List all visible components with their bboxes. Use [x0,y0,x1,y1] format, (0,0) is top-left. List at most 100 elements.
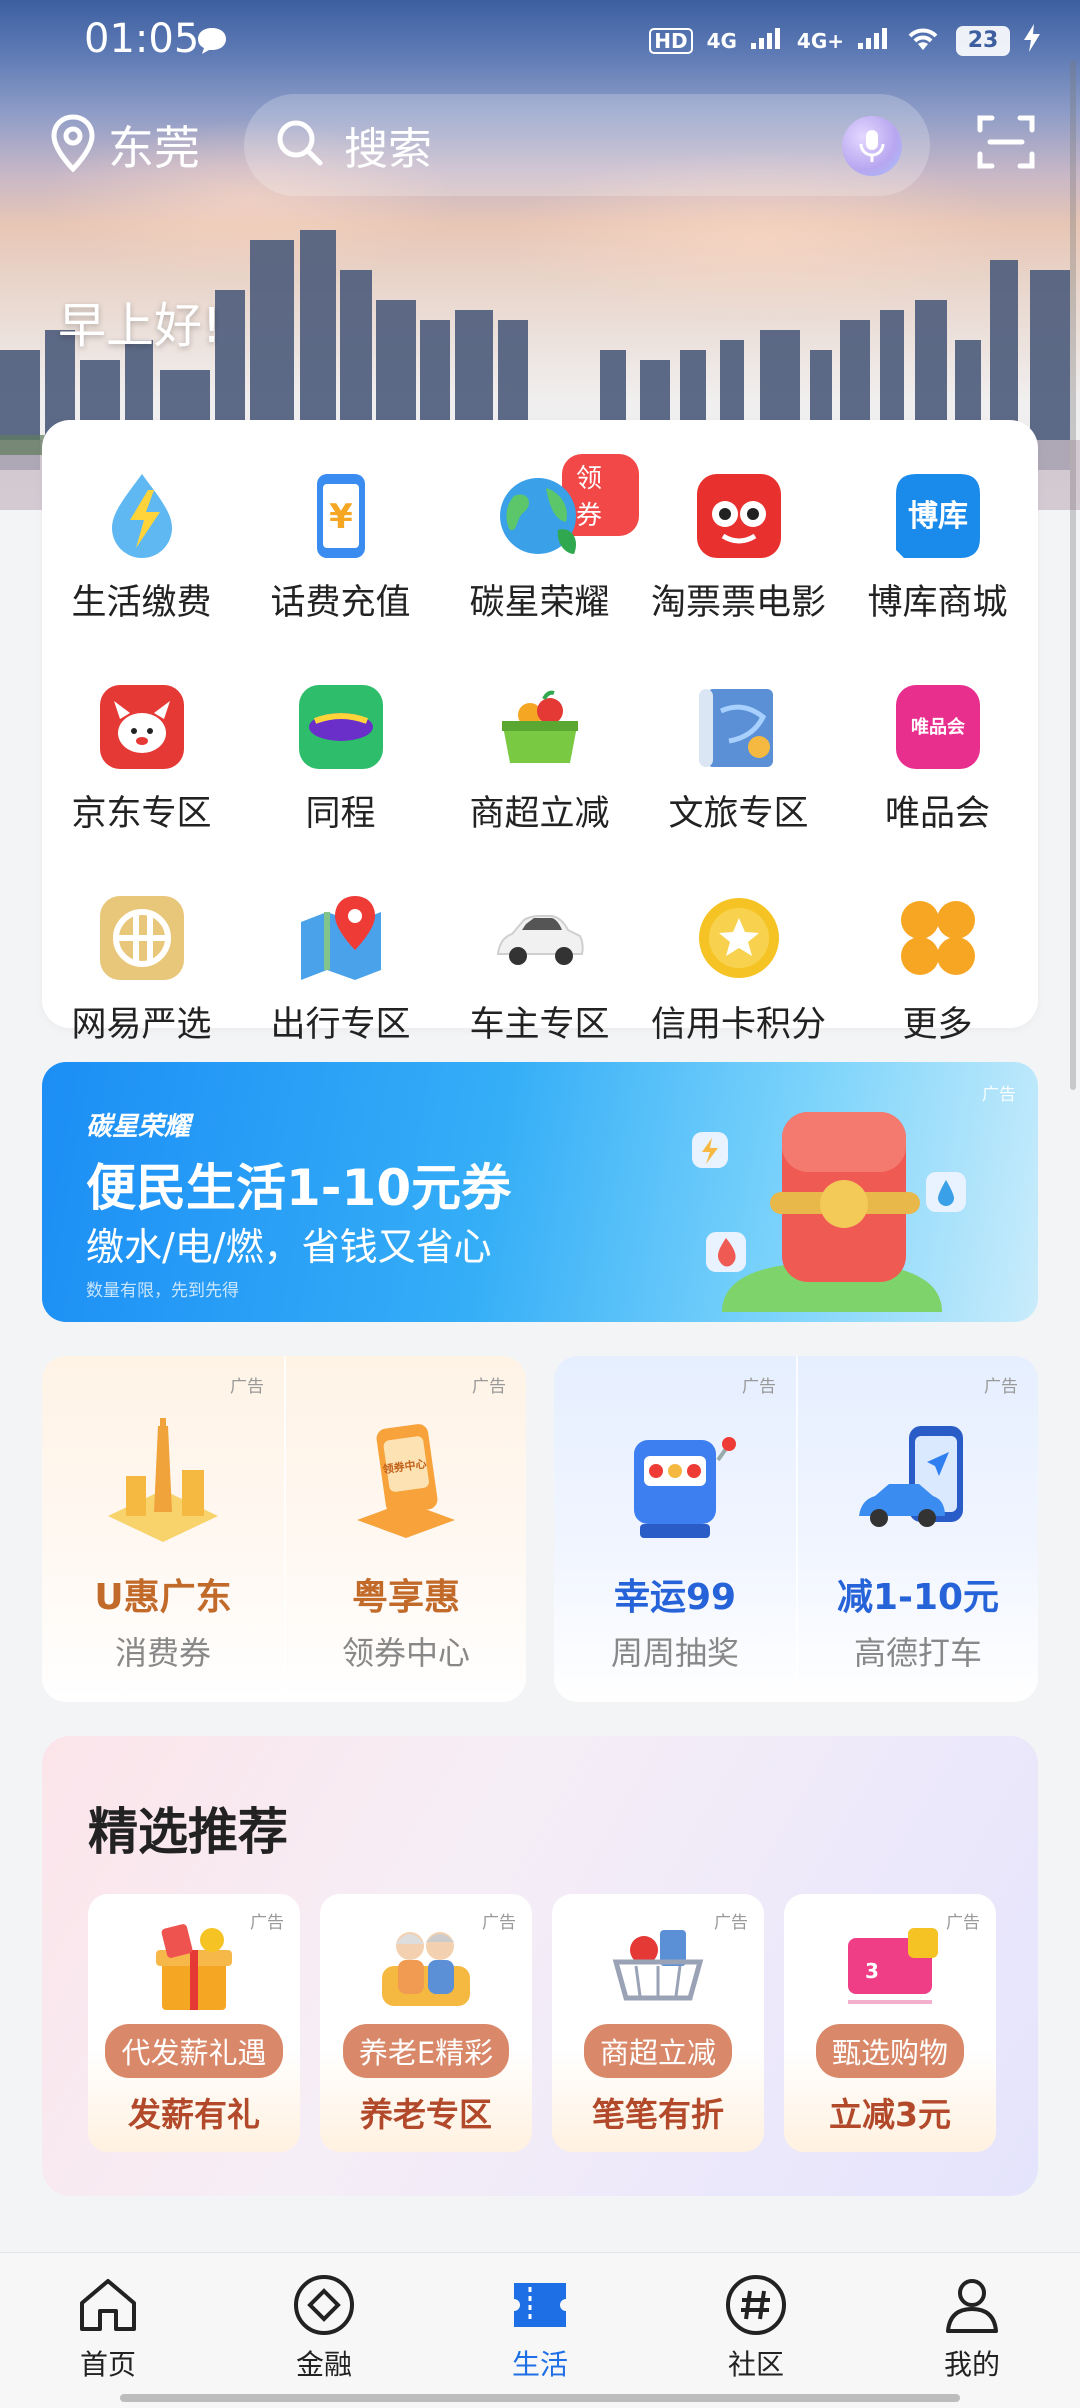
tab-finance[interactable]: 金融 [216,2253,432,2408]
ad-label: 广告 [472,1377,506,1397]
voice-search-icon[interactable] [842,116,902,176]
service-boku-mall[interactable]: 博库 博库商城 [838,470,1037,625]
tab-community[interactable]: 社区 [648,2253,864,2408]
life-ticket-icon [514,2283,566,2327]
service-jd-zone[interactable]: 京东专区 [42,681,241,836]
network-4g: 4G [706,28,737,53]
red-envelope-illustration [692,1112,966,1312]
elderly-couple-illustration [382,1932,470,2006]
promo-banner[interactable]: 碳星荣耀 便民生活1-10元券 缴水/电/燃，省钱又省心 数量有限，先到先得 广… [42,1062,1038,1322]
location-pin-icon [48,113,98,177]
taopiaopiao-icon [696,474,781,558]
rec-text: 笔笔有折 [592,2095,724,2134]
service-label: 生活缴费 [71,583,212,623]
earth-icon [499,478,576,554]
promo-lucky-99[interactable]: 广告 幸运99 周周抽奖 [554,1356,796,1702]
service-supermarket-discount[interactable]: 商超立减 [440,681,639,836]
section-title: 精选推荐 [88,1802,288,1861]
service-label: 碳星荣耀 [469,583,610,623]
tab-mine[interactable]: 我的 [864,2253,1080,2408]
service-label: 博库商城 [867,583,1008,623]
signal-icon-2 [858,27,890,54]
promo-title: 粤享惠 [351,1577,460,1618]
promo-u-hui-guangdong[interactable]: 广告 U惠广东 消费券 [42,1356,284,1702]
location-label: 东莞 [108,121,200,175]
service-culture-travel[interactable]: 文旅专区 [639,681,838,836]
banner-title: 便民生活1-10元券 [86,1159,512,1217]
search-placeholder: 搜索 [344,124,432,175]
promo-subtitle: 消费券 [114,1634,211,1672]
service-life-payment[interactable]: 生活缴费 [42,470,241,625]
finance-icon [294,2275,354,2335]
coupon-center-illustration: 领券中心 [357,1424,455,1538]
star-coin-icon [698,898,779,978]
service-netease-yanxuan[interactable]: 网易严选 [42,892,241,1047]
promo-gaode-taxi[interactable]: 广告 减1-10元 高德打车 [796,1356,1038,1702]
rec-text: 立减3元 [829,2095,951,2134]
rec-text: 发薪有礼 [128,2095,260,2134]
ad-label: 广告 [982,1085,1016,1105]
rec-card-supermarket[interactable]: 广告 商超立减 笔笔有折 [552,1894,764,2152]
promo-yue-xiang-hui[interactable]: 广告 领券中心 粤享惠 领券中心 [284,1356,526,1702]
slot-machine-illustration [634,1437,736,1538]
service-carbon-star[interactable]: 领券 碳星荣耀 [440,454,639,625]
search-bar[interactable]: 搜索 [244,94,930,196]
featured-recommendations: 精选推荐 广告 代发薪礼遇 发薪有礼 广告 养老E精彩 养老专区 广告 商超立减… [42,1736,1038,2196]
search-icon [274,117,326,173]
service-vip[interactable]: 唯品会 唯品会 [838,681,1037,836]
service-label: 车主专区 [469,1005,610,1045]
svg-text:博库: 博库 [908,499,968,534]
promo-title: 幸运99 [613,1577,737,1618]
ad-label: 广告 [482,1913,516,1933]
tab-label: 首页 [79,2348,136,2381]
network-4g-plus: 4G+ [796,28,844,53]
service-car-owner[interactable]: 车主专区 [440,892,639,1047]
promo-subtitle: 高德打车 [853,1634,982,1672]
scan-icon[interactable] [976,112,1036,176]
tab-life[interactable]: 生活 [432,2253,648,2408]
tab-home[interactable]: 首页 [0,2253,216,2408]
rec-card-salary[interactable]: 广告 代发薪礼遇 发薪有礼 [88,1894,300,2152]
service-label: 信用卡积分 [650,1005,826,1045]
status-time: 01:05 [84,16,200,62]
car-icon [496,915,584,965]
wifi-icon [904,24,942,57]
ad-label: 广告 [984,1377,1018,1397]
banner-note: 数量有限，先到先得 [86,1281,239,1301]
service-phone-recharge[interactable]: ¥ 话费充值 [241,470,440,625]
service-more[interactable]: 更多 [838,892,1037,1047]
service-tongcheng[interactable]: 同程 [241,681,440,836]
more-icon [900,901,975,975]
map-scroll-icon [698,689,773,767]
ad-label: 广告 [230,1377,264,1397]
ad-label: 广告 [742,1377,776,1397]
rec-card-shopping[interactable]: 广告 3 甄选购物 立减3元 [784,1894,996,2152]
bottom-tab-bar: 首页 金融 生活 社区 我的 [0,2252,1080,2408]
promo-subtitle: 领券中心 [341,1634,470,1672]
scrollbar[interactable] [1070,60,1076,1090]
status-bar: 01:05 HD 4G 4G+ 23 [0,0,1080,86]
service-label: 文旅专区 [668,794,809,834]
tab-label: 我的 [943,2348,1000,2381]
service-label: 同程 [305,794,376,834]
rec-chip: 甄选购物 [815,2024,964,2078]
service-taopiaopiao[interactable]: 淘票票电影 [639,470,838,625]
service-label: 话费充值 [270,583,411,623]
rec-card-pension[interactable]: 广告 养老E精彩 养老专区 [320,1894,532,2152]
phone-recharge-icon: ¥ [316,474,365,558]
rec-chip: 养老E精彩 [342,2024,510,2078]
service-grid-card: 生活缴费 ¥ 话费充值 领券 碳星荣耀 淘票票电影 博库 博库商城 京东专区 同… [42,420,1038,1045]
greeting-text: 早上好! [58,298,222,354]
promo-subtitle: 周周抽奖 [610,1634,739,1672]
water-electric-icon [111,474,172,558]
location-selector[interactable]: 东莞 [48,112,200,178]
promo-card-blue: 广告 幸运99 周周抽奖 广告 减1-10元 高德打车 [554,1356,1038,1702]
service-label: 出行专区 [270,1005,411,1045]
home-icon [80,2279,136,2331]
home-indicator[interactable] [120,2394,960,2402]
coupon-card-illustration: 3 [848,1928,938,2004]
service-travel-zone[interactable]: 出行专区 [241,892,440,1047]
service-credit-points[interactable]: 信用卡积分 [639,892,838,1047]
hd-indicator: HD [649,27,693,54]
svg-text:¥: ¥ [329,497,353,537]
